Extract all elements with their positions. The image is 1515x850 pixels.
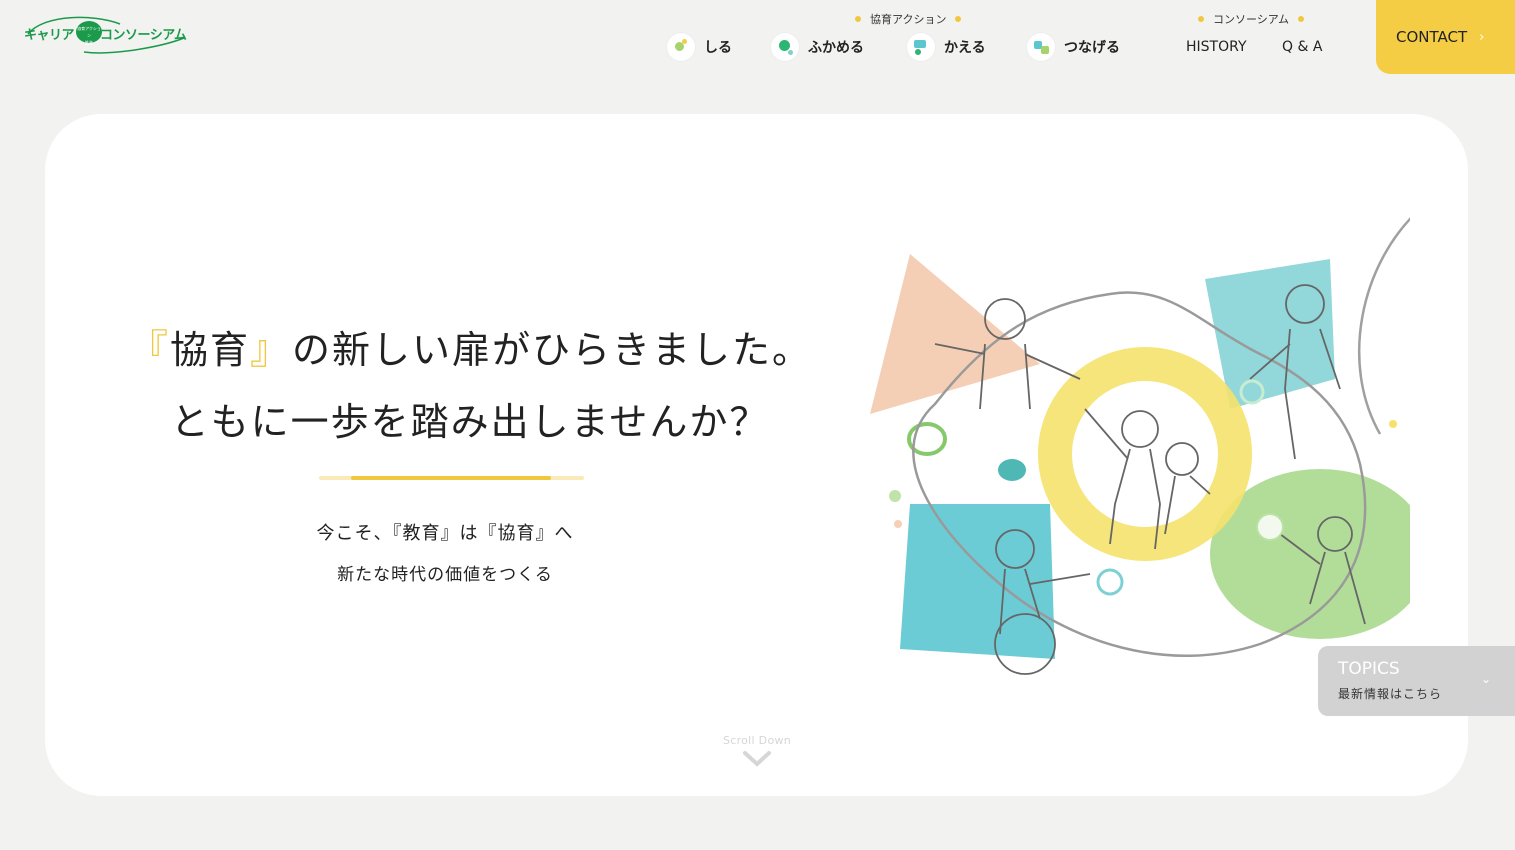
logo-text: キャリア コンソーシアム: [24, 24, 187, 43]
nav-item-label: ふかめる: [808, 40, 864, 56]
scroll-down-button[interactable]: Scroll Down: [697, 734, 817, 768]
dot-icon: [855, 16, 861, 22]
chevron-down-icon: [743, 751, 771, 767]
nav-link-qa[interactable]: Q & A: [1282, 39, 1322, 55]
headline-line-1: 『協育』の新しい扉がひらきました。: [120, 314, 820, 386]
contact-button-label: CONTACT: [1396, 28, 1468, 46]
group-action-text: 協育アクション: [870, 13, 947, 26]
headline-line-2: ともに一歩を踏み出しませんか？: [170, 400, 770, 444]
nav-item-label: かえる: [944, 40, 986, 56]
hero-headline: 『協育』の新しい扉がひらきました。 ともに一歩を踏み出しませんか？: [120, 314, 820, 458]
dot-icon: [1298, 16, 1305, 22]
logo-badge-top: 協育アクション: [77, 26, 101, 38]
nav-group-action-label: 協育アクション: [846, 11, 970, 27]
nav-link-history[interactable]: HISTORY: [1186, 39, 1247, 55]
logo-badge-bottom: 推進: [85, 40, 93, 45]
change-icon: [906, 32, 936, 62]
scroll-down-label: Scroll Down: [722, 734, 792, 747]
dot-shape: [889, 490, 901, 502]
site-logo[interactable]: キャリア コンソーシアム 協育アクション 推進: [24, 12, 194, 56]
logo-badge: 協育アクション 推進: [76, 21, 102, 45]
headline-keyword: 協育: [169, 328, 250, 372]
nav-item-tsunageru[interactable]: つなげる: [1026, 32, 1120, 62]
headline-divider: [319, 476, 584, 480]
dot-icon: [1198, 16, 1204, 22]
nav-group-consortium-label: コンソーシアム: [1189, 11, 1313, 27]
group-consortium-text: コンソーシアム: [1213, 13, 1290, 26]
hero-subtext: 今こそ、『教育』は『協育』へ 新たな時代の価値をつくる: [220, 514, 670, 596]
chevron-down-icon: ⌄: [1480, 672, 1491, 686]
hero-illustration: [870, 217, 1410, 675]
divider-accent: [351, 476, 551, 480]
dot-icon: [955, 16, 962, 22]
deepen-icon: [770, 32, 800, 62]
sub-line-2: 新たな時代の価値をつくる: [337, 565, 553, 585]
flow-line-shape: [1357, 217, 1410, 435]
teal-dot-shape: [998, 459, 1026, 481]
yellow-ring-shape: [1038, 347, 1252, 561]
contact-button[interactable]: CONTACT ›: [1376, 0, 1515, 74]
nav-item-label: つなげる: [1064, 40, 1120, 56]
hero-card: 『協育』の新しい扉がひらきました。 ともに一歩を踏み出しませんか？ 今こそ、『教…: [45, 114, 1468, 796]
know-icon: [666, 32, 696, 62]
nav-item-label: しる: [704, 40, 732, 56]
nav-item-fukameru[interactable]: ふかめる: [770, 32, 864, 62]
teal-square-bottom-shape: [900, 504, 1055, 659]
headline-bracket-open: 『: [127, 327, 170, 373]
headline-line-1-rest: の新しい扉がひらきました。: [292, 328, 813, 372]
headline-bracket-close: 』: [250, 327, 292, 373]
dot-shape: [1389, 420, 1397, 428]
logo-text-left: キャリア: [24, 28, 75, 43]
chevron-right-icon: ›: [1479, 29, 1485, 45]
topics-subtitle: 最新情報はこちら: [1338, 687, 1443, 701]
dot-shape: [894, 520, 902, 528]
connect-icon: [1026, 32, 1056, 62]
topics-tab[interactable]: TOPICS 最新情報はこちら ⌄: [1318, 646, 1515, 716]
logo-text-right: コンソーシアム: [100, 28, 187, 43]
nav-item-shiru[interactable]: しる: [666, 32, 732, 62]
nav-item-kaeru[interactable]: かえる: [906, 32, 986, 62]
peach-triangle-shape: [870, 254, 1040, 414]
sub-line-1: 今こそ、『教育』は『協育』へ: [316, 523, 574, 544]
